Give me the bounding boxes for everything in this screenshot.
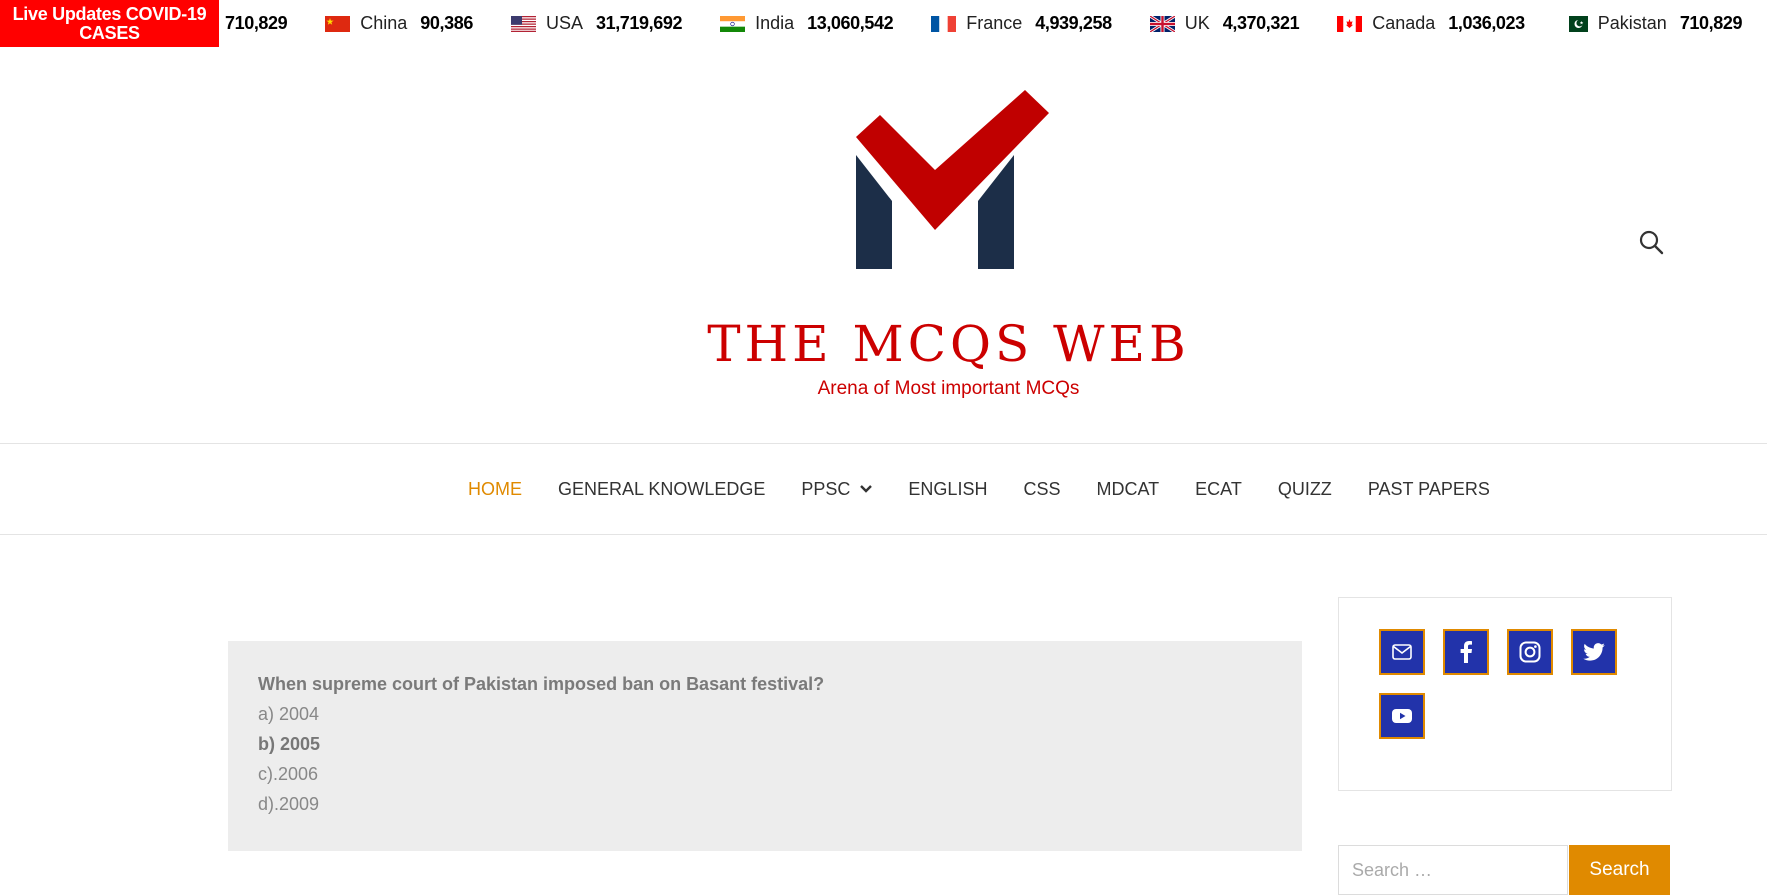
country-name: USA [545, 13, 583, 33]
ticker-item-china: China 90,386 [325, 13, 473, 34]
instagram-icon [1519, 641, 1541, 663]
facebook-button[interactable] [1443, 629, 1489, 675]
search-button[interactable]: Search [1569, 845, 1670, 895]
option-c: c).2006 [258, 764, 319, 784]
china-flag-icon [325, 15, 351, 32]
social-links-widget [1338, 597, 1672, 791]
ticker-item-pakistan: Pakistan 710,829 [1562, 13, 1743, 34]
ticker-item-canada: Canada 1,036,023 [1337, 13, 1525, 34]
nav-item-quizz[interactable]: QUIZZ [1278, 479, 1332, 500]
site-tagline: Arena of Most important MCQs [817, 378, 1080, 399]
youtube-icon [1392, 709, 1412, 723]
ticker-item-france: France 4,939,258 [931, 13, 1112, 34]
canada-flag-icon [1337, 15, 1363, 32]
twitter-button[interactable] [1571, 629, 1617, 675]
uk-flag-icon [1149, 15, 1175, 32]
nav-item-general-knowledge[interactable]: GENERAL KNOWLEDGE [558, 479, 765, 500]
main-nav: HOME GENERAL KNOWLEDGE PPSC ENGLISH CSS … [0, 443, 1767, 535]
case-count: 31,719,692 [595, 13, 683, 33]
nav-item-mdcat[interactable]: MDCAT [1096, 479, 1159, 500]
country-name: UK [1184, 13, 1210, 33]
nav-item-home[interactable]: HOME [468, 479, 522, 500]
ticker-badge: Live Updates COVID-19 CASES [0, 0, 219, 47]
option-d: d).2009 [258, 794, 320, 814]
search-icon[interactable] [1637, 228, 1665, 256]
question-card: When supreme court of Pakistan imposed b… [228, 641, 1302, 851]
nav-item-english[interactable]: ENGLISH [908, 479, 987, 500]
usa-flag-icon [510, 15, 536, 32]
youtube-button[interactable] [1379, 693, 1425, 739]
country-name: Canada [1372, 13, 1436, 33]
email-button[interactable] [1379, 629, 1425, 675]
nav-item-ppsc-label: PPSC [801, 478, 851, 499]
case-count: 710,829 [1679, 13, 1743, 33]
nav-item-ppsc[interactable]: PPSC [801, 478, 873, 500]
site-title[interactable]: THE MCQS WEB [0, 314, 1767, 374]
nav-item-css[interactable]: CSS [1023, 479, 1060, 500]
country-name: China [360, 13, 408, 33]
country-name: India [755, 13, 795, 33]
option-b-correct: b) 2005 [258, 734, 321, 754]
chevron-down-icon [860, 485, 873, 493]
case-count: 4,370,321 [1222, 13, 1300, 33]
france-flag-icon [931, 15, 957, 32]
case-count: 1,036,023 [1448, 13, 1525, 33]
ticker-item-india: India 13,060,542 [720, 13, 894, 34]
facebook-icon [1460, 641, 1472, 663]
sidebar-search-form: Search [1338, 845, 1671, 895]
option-a: a) 2004 [258, 704, 320, 724]
nav-item-ecat[interactable]: ECAT [1195, 479, 1242, 500]
ticker-item-uk: UK 4,370,321 [1149, 13, 1300, 34]
question-text: When supreme court of Pakistan imposed b… [258, 674, 825, 694]
nav-item-past-papers[interactable]: PAST PAPERS [1368, 479, 1490, 500]
nav-list: HOME GENERAL KNOWLEDGE PPSC ENGLISH CSS … [468, 444, 1526, 534]
ticker-lead-value: 710,829 [225, 13, 288, 33]
case-count: 4,939,258 [1035, 13, 1112, 33]
instagram-button[interactable] [1507, 629, 1553, 675]
pakistan-flag-icon [1562, 15, 1588, 32]
case-count: 13,060,542 [807, 13, 894, 33]
india-flag-icon [720, 15, 746, 32]
mcqs-checkmark-logo[interactable] [850, 85, 1055, 275]
ticker-track: 710,829 China 90,386 USA 31,719,692 Indi… [219, 0, 1767, 47]
email-icon [1392, 644, 1412, 660]
case-count: 90,386 [420, 13, 473, 33]
ticker-item-usa: USA 31,719,692 [510, 13, 683, 34]
covid-ticker: Live Updates COVID-19 CASES 710,829 Chin… [0, 0, 1767, 47]
search-input[interactable] [1338, 845, 1568, 895]
country-name: Pakistan [1597, 13, 1667, 33]
country-name: France [966, 13, 1023, 33]
twitter-icon [1583, 643, 1605, 661]
